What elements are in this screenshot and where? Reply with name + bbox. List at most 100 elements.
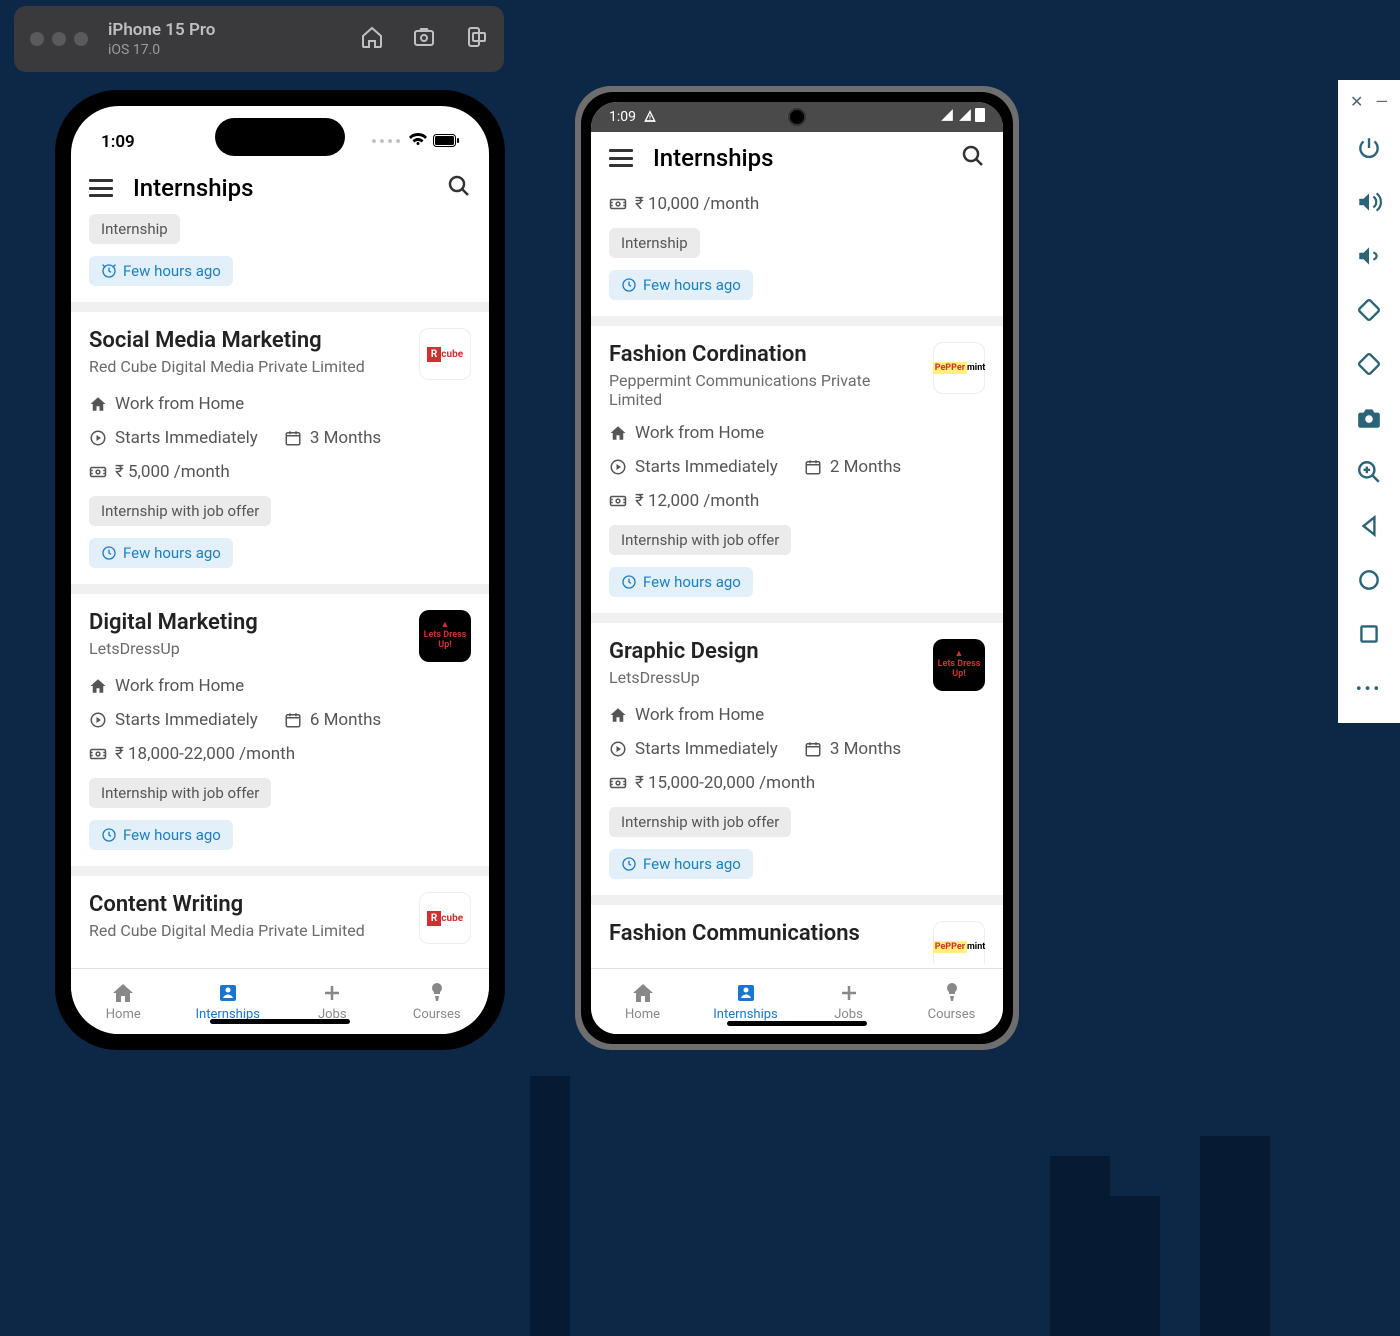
android-time: 1:09 <box>609 109 636 125</box>
ios-home-indicator <box>210 1019 350 1024</box>
card-company: Red Cube Digital Media Private Limited <box>89 357 365 376</box>
company-logo: PePPermint <box>933 342 985 394</box>
android-nav-indicator <box>727 1021 867 1026</box>
menu-icon[interactable] <box>89 179 113 197</box>
card-title: Fashion Cordination <box>609 342 923 367</box>
stipend-row: ₹ 5,000 /month <box>89 462 230 482</box>
company-logo: ▲Lets Dress Up! <box>419 610 471 662</box>
android-content[interactable]: ₹ 10,000 /month Internship Few hours ago… <box>591 184 1003 964</box>
card-title: Content Writing <box>89 892 365 917</box>
wifi-icon <box>409 132 427 152</box>
bottom-nav: HomeInternshipsJobsCourses <box>71 968 489 1034</box>
app-bar: Internships <box>591 132 1003 184</box>
nav-courses[interactable]: Courses <box>385 969 490 1034</box>
company-logo: Rcube <box>419 328 471 380</box>
card-company: LetsDressUp <box>89 639 258 658</box>
iphone-frame: 1:09 •••• Internships Internship Few hou… <box>55 90 505 1050</box>
card-company: LetsDressUp <box>609 668 759 687</box>
internship-card[interactable]: Fashion Cordination Peppermint Communica… <box>591 326 1003 623</box>
search-icon[interactable] <box>447 174 471 202</box>
search-icon[interactable] <box>961 144 985 172</box>
nav-home[interactable]: Home <box>71 969 176 1034</box>
simulator-titlebar: iPhone 15 Pro iOS 17.0 <box>14 6 504 72</box>
company-logo: ▲Lets Dress Up! <box>933 639 985 691</box>
posted-badge: Few hours ago <box>609 270 753 300</box>
power-icon[interactable] <box>1338 121 1400 175</box>
tag-badge: Internship <box>609 228 700 258</box>
start-row: Starts Immediately <box>89 428 258 448</box>
posted-badge: Few hours ago <box>89 820 233 850</box>
volume-down-icon[interactable] <box>1338 229 1400 283</box>
tag-badge: Internship with job offer <box>609 525 791 555</box>
simulator-os: iOS 17.0 <box>108 41 360 59</box>
iphone-notch <box>215 118 345 156</box>
ios-content[interactable]: Internship Few hours ago Social Media Ma… <box>71 214 489 964</box>
zoom-icon[interactable] <box>1338 445 1400 499</box>
more-icon[interactable]: ••• <box>1338 661 1400 715</box>
camera-icon[interactable] <box>1338 391 1400 445</box>
location-row: Work from Home <box>609 423 764 443</box>
internship-card[interactable]: Content Writing Red Cube Digital Media P… <box>71 876 489 960</box>
card-company: Peppermint Communications Private Limite… <box>609 371 923 409</box>
posted-badge: Few hours ago <box>89 538 233 568</box>
internship-card[interactable]: Internship Few hours ago <box>71 214 489 312</box>
internship-card[interactable]: ₹ 10,000 /month Internship Few hours ago <box>591 184 1003 326</box>
stipend-row: ₹ 12,000 /month <box>609 491 759 511</box>
posted-badge: Few hours ago <box>609 567 753 597</box>
rotate-icon[interactable] <box>464 25 488 54</box>
posted-badge: Few hours ago <box>89 256 233 286</box>
menu-icon[interactable] <box>609 149 633 167</box>
back-icon[interactable] <box>1338 499 1400 553</box>
battery-icon <box>433 132 459 152</box>
tag-badge: Internship with job offer <box>89 778 271 808</box>
screenshot-icon[interactable] <box>412 25 436 54</box>
volume-up-icon[interactable] <box>1338 175 1400 229</box>
android-frame: 1:09 Internships ₹ 10,000 /mo <box>575 86 1019 1050</box>
card-title: Digital Marketing <box>89 610 258 635</box>
rotate-left-icon[interactable] <box>1338 283 1400 337</box>
stipend-row: ₹ 10,000 /month <box>609 194 759 214</box>
rotate-right-icon[interactable] <box>1338 337 1400 391</box>
duration-row: 2 Months <box>804 457 901 477</box>
card-title: Graphic Design <box>609 639 759 664</box>
nav-courses[interactable]: Courses <box>900 969 1003 1034</box>
internship-card[interactable]: Fashion Communications PePPermint <box>591 905 1003 964</box>
page-title: Internships <box>133 174 427 202</box>
emulator-toolbar: ✕ — ••• <box>1338 80 1400 723</box>
nav-internships[interactable]: Internships <box>176 969 281 1034</box>
card-title: Social Media Marketing <box>89 328 365 353</box>
tag-badge: Internship <box>89 214 180 244</box>
company-logo: PePPermint <box>933 921 985 964</box>
home-circle-icon[interactable] <box>1338 553 1400 607</box>
start-row: Starts Immediately <box>609 457 778 477</box>
simulator-device: iPhone 15 Pro <box>108 19 360 41</box>
stipend-row: ₹ 18,000-22,000 /month <box>89 744 295 764</box>
posted-badge: Few hours ago <box>609 849 753 879</box>
company-logo: Rcube <box>419 892 471 944</box>
close-icon[interactable]: ✕ <box>1350 92 1363 111</box>
duration-row: 3 Months <box>804 739 901 759</box>
card-title: Fashion Communications <box>609 921 860 946</box>
app-bar: Internships <box>71 162 489 214</box>
page-title: Internships <box>653 144 941 172</box>
window-controls[interactable] <box>30 32 88 46</box>
minimize-icon[interactable]: — <box>1375 92 1388 111</box>
signal-dots: •••• <box>371 132 403 152</box>
tag-badge: Internship with job offer <box>89 496 271 526</box>
internship-card[interactable]: Social Media Marketing Red Cube Digital … <box>71 312 489 594</box>
nav-jobs[interactable]: Jobs <box>280 969 385 1034</box>
duration-row: 6 Months <box>284 710 381 730</box>
start-row: Starts Immediately <box>609 739 778 759</box>
android-camera <box>788 108 806 126</box>
home-icon[interactable] <box>360 25 384 54</box>
start-row: Starts Immediately <box>89 710 258 730</box>
duration-row: 3 Months <box>284 428 381 448</box>
ios-time: 1:09 <box>101 132 135 152</box>
internship-card[interactable]: Digital Marketing LetsDressUp ▲Lets Dres… <box>71 594 489 876</box>
android-status-icons <box>940 108 985 126</box>
internship-card[interactable]: Graphic Design LetsDressUp ▲Lets Dress U… <box>591 623 1003 905</box>
tag-badge: Internship with job offer <box>609 807 791 837</box>
nav-home[interactable]: Home <box>591 969 694 1034</box>
location-row: Work from Home <box>89 394 244 414</box>
overview-icon[interactable] <box>1338 607 1400 661</box>
